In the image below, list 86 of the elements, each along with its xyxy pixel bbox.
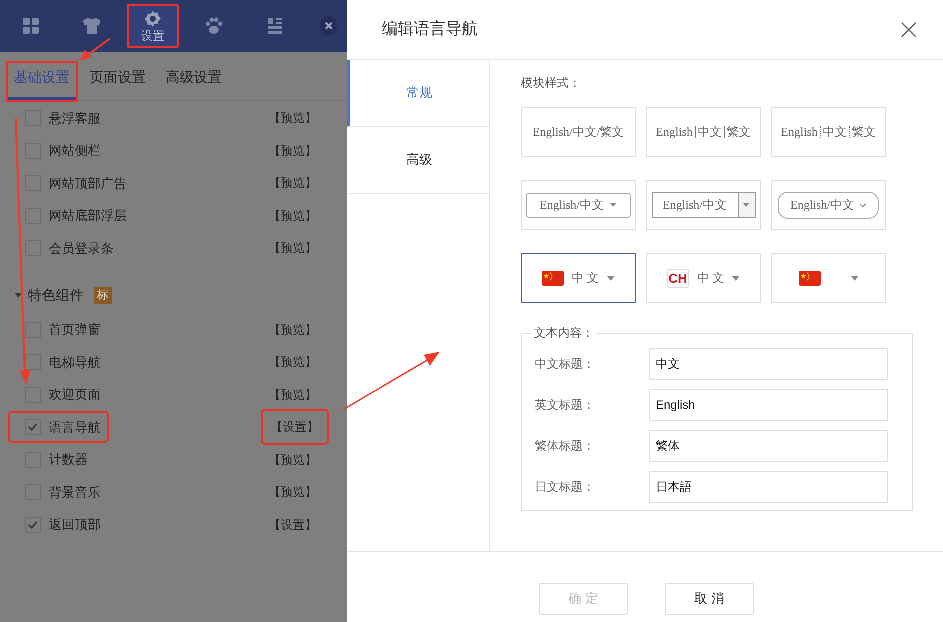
section-label: 模块样式： xyxy=(521,75,582,90)
nav-tab[interactable]: 常规 xyxy=(347,60,489,127)
option-text: 中 文 xyxy=(572,270,599,287)
input-field[interactable]: 中文 xyxy=(649,348,888,380)
legend: 文本内容： xyxy=(532,325,596,341)
action-link[interactable]: 【预览】 xyxy=(269,450,317,469)
checkbox[interactable] xyxy=(25,386,41,403)
style-option[interactable]: English 中文 繁文 xyxy=(646,107,761,157)
close-icon[interactable] xyxy=(320,16,338,36)
checkbox[interactable] xyxy=(25,322,41,338)
flag-icon xyxy=(542,270,564,286)
caret-icon xyxy=(738,193,754,217)
component-name: 会员登录条 xyxy=(49,240,114,258)
field-label: 中文标题： xyxy=(535,356,596,373)
option-text: English/中文/繁文 xyxy=(532,124,624,141)
chevron-down-icon xyxy=(858,202,866,208)
caret-icon xyxy=(850,276,858,280)
option-text: 中文 xyxy=(822,124,847,141)
dropdown: English/中文 xyxy=(778,192,879,218)
sub-tab[interactable]: 页面设置 xyxy=(84,63,152,100)
close-icon[interactable] xyxy=(901,22,917,38)
annotation-arrow xyxy=(80,38,111,61)
dialog-button[interactable]: 取 消 xyxy=(665,583,754,615)
component-name: 网站顶部广告 xyxy=(49,174,127,192)
dialog-title: 编辑语言导航 xyxy=(382,20,478,40)
option-text: 中 文 xyxy=(697,270,724,287)
component-name: 网站底部浮层 xyxy=(49,207,127,225)
component-name: 背景音乐 xyxy=(49,484,101,502)
toolbar-tab[interactable]: 设置 xyxy=(127,4,179,48)
check-icon xyxy=(28,520,38,529)
action-link[interactable]: 【预览】 xyxy=(269,320,317,339)
style-option[interactable]: English/中文 xyxy=(521,180,636,230)
grid-icon xyxy=(22,17,40,35)
group-title: 特色组件 xyxy=(28,286,84,304)
component-name: 欢迎页面 xyxy=(49,386,101,404)
field-label: 繁体标题： xyxy=(535,438,596,455)
option-text: 繁文 xyxy=(726,124,751,141)
action-link[interactable]: 【预览】 xyxy=(269,206,317,225)
component-name: 语言导航 xyxy=(49,418,101,436)
caret-icon xyxy=(610,203,617,207)
caret-icon xyxy=(607,276,615,280)
field-label: 日文标题： xyxy=(535,479,596,496)
style-option[interactable]: English 中文 繁文 xyxy=(771,107,886,157)
style-option[interactable]: English/中文 xyxy=(771,180,886,230)
badge: 标 xyxy=(94,286,112,304)
component-name: 返回顶部 xyxy=(49,516,101,534)
language-code: CH xyxy=(666,268,690,288)
action-link[interactable]: 【预览】 xyxy=(269,353,317,372)
component-name: 悬浮客服 xyxy=(49,110,101,128)
component-name: 网站侧栏 xyxy=(49,142,101,160)
option-text: English xyxy=(781,124,818,141)
action-link[interactable]: 【预览】 xyxy=(269,109,317,128)
shirt-icon xyxy=(82,17,102,35)
action-link[interactable]: 【设置】 xyxy=(269,516,317,534)
component-name: 计数器 xyxy=(49,451,88,469)
action-link[interactable]: 【预览】 xyxy=(269,386,317,404)
settings-icon xyxy=(144,10,162,28)
flag-icon xyxy=(798,270,820,286)
style-option[interactable]: English/中文 xyxy=(646,180,761,230)
checkbox[interactable] xyxy=(25,419,41,436)
checkbox[interactable] xyxy=(25,516,41,533)
caret-icon xyxy=(732,276,740,280)
paw-icon xyxy=(204,17,224,35)
dropdown: English/中文 xyxy=(652,192,756,218)
action-link[interactable]: 【预览】 xyxy=(269,483,317,502)
field-label: 英文标题： xyxy=(535,397,596,414)
style-option[interactable]: 中 文 xyxy=(521,253,636,303)
dropdown: English/中文 xyxy=(526,192,631,218)
check-icon xyxy=(28,423,38,432)
option-text: English xyxy=(656,124,693,141)
style-option[interactable]: English/中文/繁文 xyxy=(521,107,636,157)
input-field[interactable]: 繁体 xyxy=(649,430,888,462)
component-name: 首页弹窗 xyxy=(49,321,101,339)
action-link[interactable]: 【预览】 xyxy=(269,142,317,160)
option-text: 中文 xyxy=(698,124,722,141)
style-option[interactable]: CH 中 文 xyxy=(646,253,761,303)
sub-tab[interactable]: 高级设置 xyxy=(160,63,228,100)
input-field[interactable]: 日本語 xyxy=(649,471,888,503)
input-field[interactable]: English xyxy=(649,389,888,421)
caret-down-icon[interactable] xyxy=(15,292,22,298)
action-link[interactable]: 【预览】 xyxy=(269,239,317,258)
option-text: 繁文 xyxy=(852,124,876,141)
action-link[interactable]: 【预览】 xyxy=(269,174,317,192)
action-link[interactable]: 【设置】 xyxy=(263,411,327,444)
component-name: 电梯导航 xyxy=(49,354,101,372)
style-option[interactable] xyxy=(771,253,886,303)
